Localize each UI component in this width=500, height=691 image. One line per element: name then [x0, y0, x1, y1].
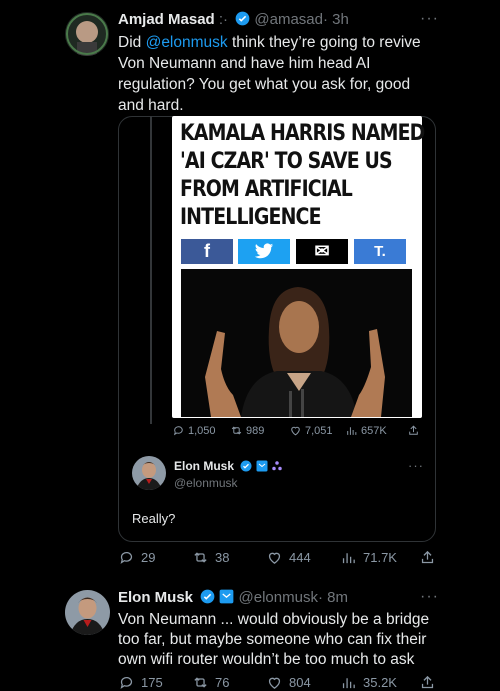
article-share[interactable] [407, 424, 420, 437]
views-icon [342, 553, 355, 564]
tweet-time[interactable]: · 8m [318, 589, 348, 606]
tweet2-likes[interactable]: 804 [266, 674, 311, 691]
thread-line [150, 116, 152, 424]
article-views[interactable]: 657K [345, 424, 387, 437]
share-icon [409, 425, 418, 435]
retweet-icon [194, 552, 207, 563]
headline-line: 'AI CZAR' TO SAVE US [180, 149, 393, 174]
tweet2-header: Elon Musk @elonmusk· 8m [118, 589, 348, 606]
like-count: 804 [289, 675, 311, 690]
view-count: 35.2K [363, 675, 397, 690]
author-name[interactable]: Elon Musk [174, 459, 234, 473]
twitter-affiliate-icon [256, 460, 268, 472]
text-line: Von Neumann and have him head AI [118, 55, 371, 72]
avatar-elon[interactable] [65, 590, 110, 635]
tweet-time[interactable]: · 3h [323, 11, 349, 28]
reply-icon [120, 676, 133, 689]
tweet2-share[interactable] [419, 674, 436, 691]
reply-icon [120, 551, 133, 564]
tweet1-retweets[interactable]: 38 [192, 549, 229, 566]
text-line: too far, but maybe someone who can fix t… [118, 631, 427, 648]
article-headline: KAMALA HARRIS NAMED 'AI CZAR' TO SAVE US… [180, 120, 425, 232]
more-options-icon[interactable]: ··· [408, 458, 424, 473]
tweet1-header: Amjad Masad :· @amasad· 3h [118, 11, 349, 28]
email-share-icon[interactable]: ✉ [296, 239, 348, 264]
tweet1-share[interactable] [419, 549, 436, 566]
article-likes[interactable]: 7,051 [289, 424, 333, 437]
tweet1-likes[interactable]: 444 [266, 549, 311, 566]
author-handle[interactable]: @amasad [254, 11, 323, 28]
tweet1-text: Did @elonmusk think they’re going to rev… [118, 32, 458, 116]
quoted-reply-text: Really? [132, 511, 176, 526]
views-icon [342, 678, 355, 689]
text-line: own wifi router wouldn’t be too much to … [118, 651, 415, 668]
author-handle[interactable]: @elonmusk [239, 589, 318, 606]
reply-icon [173, 426, 183, 436]
share-icon [421, 550, 434, 564]
more-options-icon[interactable]: ··· [420, 10, 439, 28]
views-icon [347, 427, 357, 435]
headline-line: INTELLIGENCE [180, 205, 321, 230]
affiliation-icon [272, 461, 282, 471]
tweet2-text: Von Neumann ... would obviously be a bri… [118, 610, 478, 670]
facebook-share-icon[interactable]: f [181, 239, 233, 264]
author-name[interactable]: Amjad Masad [118, 11, 215, 28]
tweet1-replies[interactable]: 29 [118, 549, 155, 566]
tweet2-replies[interactable]: 175 [118, 674, 163, 691]
mention-link[interactable]: @elonmusk [146, 34, 228, 51]
text-line: Von Neumann ... would obviously be a bri… [118, 611, 430, 628]
more-options-icon[interactable]: ··· [420, 588, 439, 606]
article-replies[interactable]: 1,050 [172, 424, 216, 437]
text-line: regulation? You get what you ask for, go… [118, 76, 411, 93]
share-icon [421, 675, 434, 689]
retweet-count: 989 [246, 424, 265, 437]
headline-line: KAMALA HARRIS NAMED [180, 121, 425, 146]
like-count: 444 [289, 550, 311, 565]
author-name[interactable]: Elon Musk [118, 589, 193, 606]
author-extra: :· [218, 11, 229, 28]
article-retweets[interactable]: 989 [230, 424, 264, 437]
tweet2-retweets[interactable]: 76 [192, 674, 229, 691]
heart-icon [268, 677, 281, 689]
avatar-amjad[interactable] [65, 12, 109, 56]
quoted-reply-handle[interactable]: @elonmusk [174, 476, 238, 490]
text-segment: think they’re going to revive [227, 34, 421, 51]
reply-count: 175 [141, 675, 163, 690]
article-photo [181, 269, 412, 417]
twitter-affiliate-icon [219, 589, 234, 604]
tweet1-views[interactable]: 71.7K [340, 549, 397, 566]
retweet-icon [231, 426, 242, 435]
tweet2-views[interactable]: 35.2K [340, 674, 397, 691]
like-count: 7,051 [305, 424, 333, 437]
reply-count: 1,050 [188, 424, 216, 437]
avatar-elon-small[interactable] [132, 456, 166, 490]
heart-icon [268, 552, 281, 564]
view-count: 657K [361, 424, 387, 437]
twitter-share-icon[interactable] [238, 239, 290, 264]
retweet-icon [194, 677, 207, 688]
text-segment: Did [118, 34, 146, 51]
text-line: and hard. [118, 97, 184, 114]
view-count: 71.7K [363, 550, 397, 565]
heart-icon [291, 426, 300, 436]
article-image[interactable]: KAMALA HARRIS NAMED 'AI CZAR' TO SAVE US… [172, 116, 425, 418]
verified-badge-icon [240, 460, 252, 472]
site-share-icon[interactable]: T. [354, 239, 406, 264]
reply-count: 29 [141, 550, 156, 565]
verified-badge-icon [200, 589, 215, 604]
retweet-count: 38 [215, 550, 230, 565]
retweet-count: 76 [215, 675, 230, 690]
headline-line: FROM ARTIFICIAL [180, 177, 353, 202]
verified-badge-icon [235, 11, 250, 26]
quoted-reply-header: Elon Musk [174, 459, 283, 473]
